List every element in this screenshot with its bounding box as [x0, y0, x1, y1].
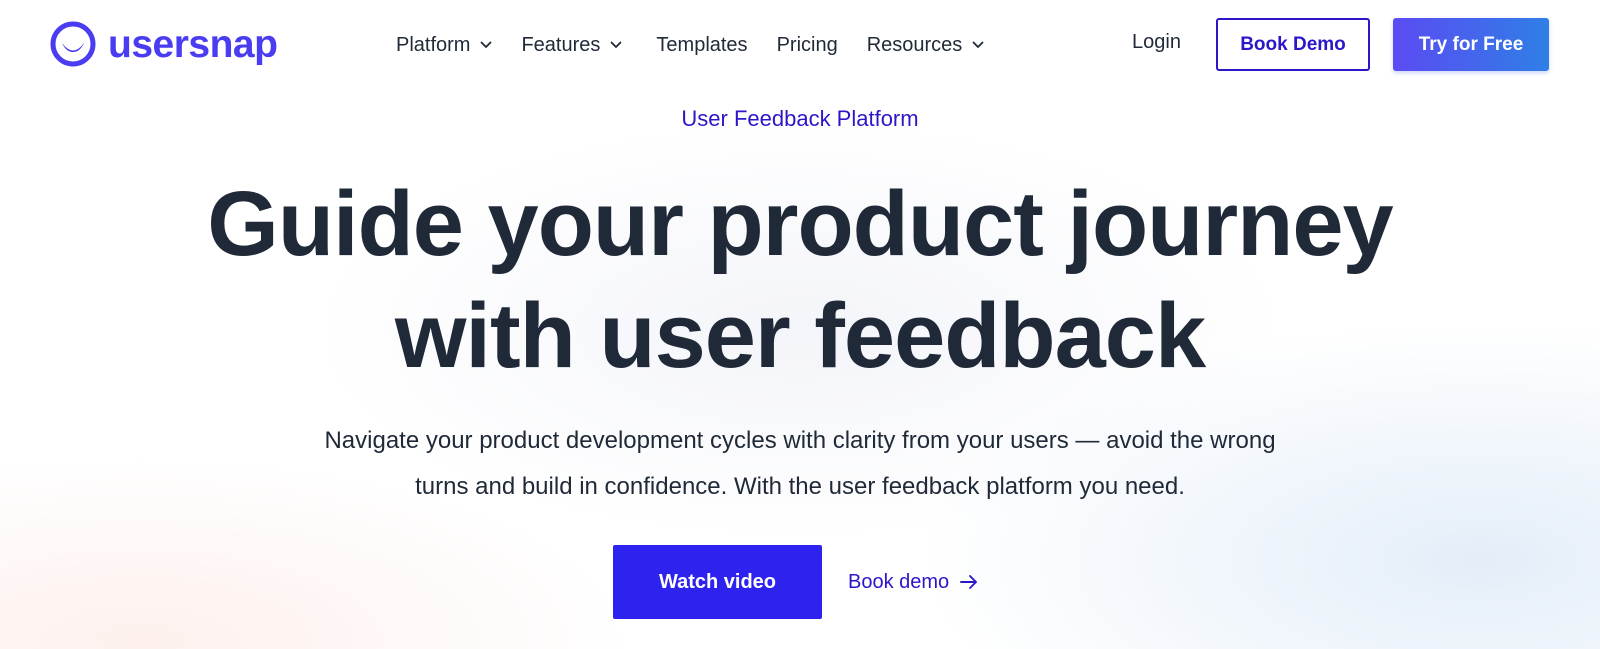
nav-item-label: Features — [521, 33, 601, 56]
nav-item-label: Templates — [656, 33, 748, 56]
hero-headline: Guide your product journey with user fee… — [0, 168, 1600, 392]
login-link[interactable]: Login — [1132, 31, 1181, 54]
chevron-down-icon — [611, 41, 622, 48]
book-demo-link-label: Book demo — [848, 570, 950, 593]
subtext-line-1: Navigate your product development cycles… — [324, 427, 1276, 454]
book-demo-button[interactable]: Book Demo — [1216, 18, 1370, 71]
nav-item-pricing[interactable]: Pricing — [777, 34, 838, 57]
nav-item-label: Resources — [866, 33, 963, 56]
nav-item-resources[interactable]: Resources — [867, 34, 985, 57]
brand-name: usersnap — [108, 22, 278, 66]
nav-item-platform[interactable]: Platform — [396, 34, 492, 57]
nav-item-label: Platform — [396, 33, 471, 56]
usersnap-smile-icon — [50, 21, 96, 67]
book-demo-link[interactable]: Book demo — [848, 569, 979, 595]
hero-subtext: Navigate your product development cycles… — [250, 418, 1350, 510]
subtext-line-2: turns and build in confidence. With the … — [415, 473, 1185, 500]
headline-line-2: with user feedback — [394, 285, 1206, 387]
brand-logo-link[interactable]: usersnap — [50, 20, 278, 68]
chevron-down-icon — [972, 41, 984, 48]
nav-item-templates[interactable]: Templates — [656, 34, 747, 57]
try-for-free-button[interactable]: Try for Free — [1393, 18, 1549, 71]
arrow-right-icon — [960, 575, 978, 589]
chevron-down-icon — [481, 41, 492, 48]
watch-video-button[interactable]: Watch video — [613, 545, 822, 619]
nav-item-features[interactable]: Features — [521, 34, 622, 57]
headline-line-1: Guide your product journey — [207, 173, 1393, 275]
hero-eyebrow: User Feedback Platform — [681, 106, 919, 131]
nav-item-label: Pricing — [776, 33, 838, 56]
top-navigation: usersnap Platform Features Templates Pri… — [0, 0, 1600, 90]
main-menu: Platform Features Templates Pricing Reso… — [396, 30, 1013, 60]
